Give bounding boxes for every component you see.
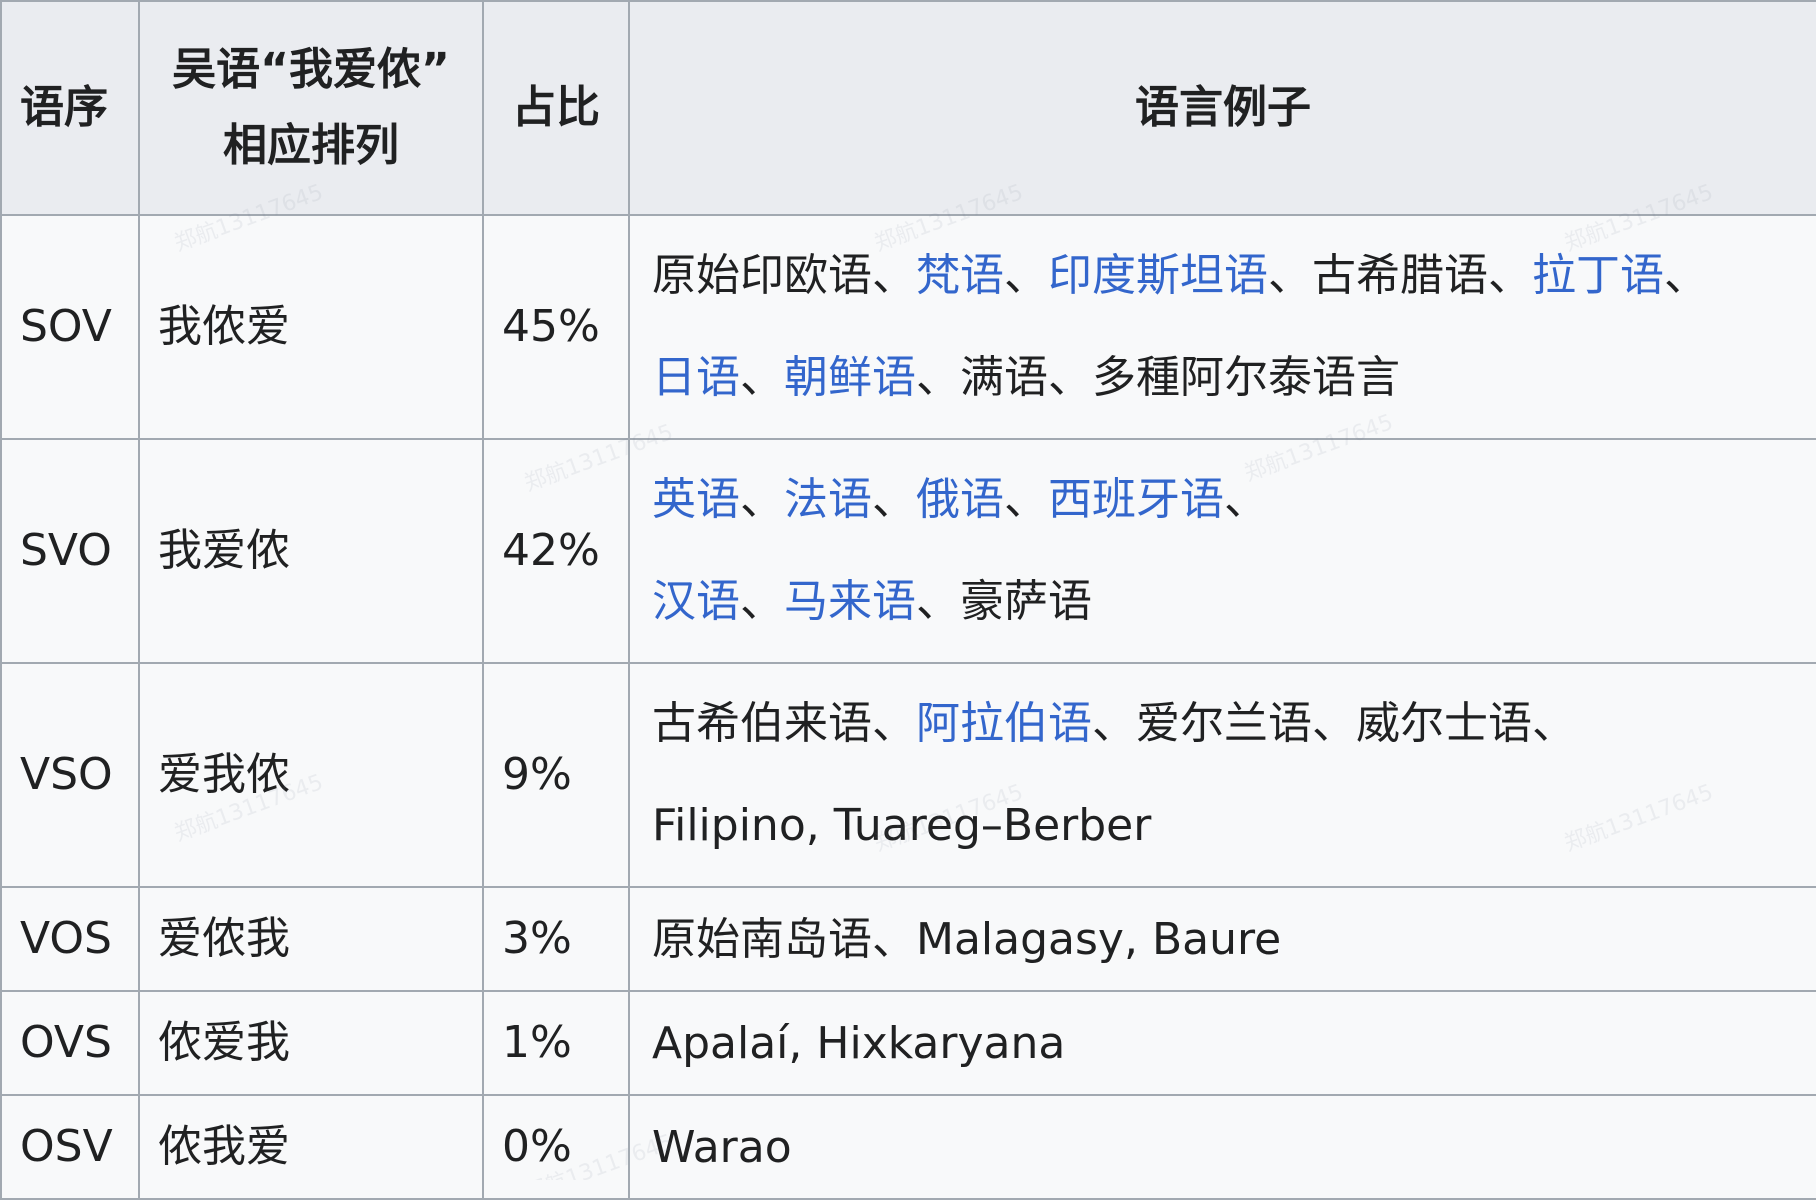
- header-row: 语序 吴语“我爱侬” 相应排列 占比 语言例子: [0, 0, 1816, 216]
- language-link[interactable]: 拉丁语: [1532, 250, 1664, 301]
- example-text: 、: [872, 474, 916, 525]
- language-link[interactable]: 梵语: [916, 250, 1004, 301]
- example-line: 原始南岛语、Malagasy, Baure: [652, 891, 1798, 988]
- language-link[interactable]: 汉语: [652, 576, 740, 627]
- table-body: SOV 我侬爱 45% 原始印欧语、梵语、印度斯坦语、古希腊语、拉丁语、 日语、朝鲜语、…: [0, 214, 1816, 1200]
- header-wu-line-1: 吴语“我爱侬”: [172, 44, 450, 95]
- language-link[interactable]: 马来语: [784, 576, 916, 627]
- example-text: Filipino, Tuareg–Berber: [652, 800, 1152, 851]
- example-line: Filipino, Tuareg–Berber: [652, 775, 1798, 877]
- cell-word-order: VOS: [0, 886, 140, 992]
- cell-share: 9%: [482, 662, 630, 888]
- example-text: 、豪萨语: [916, 576, 1092, 627]
- language-link[interactable]: 阿拉伯语: [916, 698, 1092, 749]
- example-text: 、: [740, 474, 784, 525]
- example-text: 、: [1004, 250, 1048, 301]
- example-text: 、: [1664, 250, 1708, 301]
- example-text: 、: [740, 352, 784, 403]
- table-row: OVS 侬爱我 1% Apalaí, Hixkaryana: [0, 990, 1816, 1096]
- example-line: 日语、朝鲜语、满语、多種阿尔泰语言: [652, 327, 1798, 429]
- table-row: SVO 我爱侬 42% 英语、法语、俄语、西班牙语、 汉语、马来语、豪萨语: [0, 438, 1816, 664]
- language-link[interactable]: 日语: [652, 352, 740, 403]
- header-wu-line-2: 相应排列: [223, 120, 399, 171]
- example-text: Apalaí, Hixkaryana: [652, 1017, 1066, 1069]
- example-line: 古希伯来语、阿拉伯语、爱尔兰语、威尔士语、: [652, 673, 1798, 775]
- example-text: 、: [1224, 474, 1268, 525]
- cell-language-examples: 英语、法语、俄语、西班牙语、 汉语、马来语、豪萨语: [628, 438, 1816, 664]
- table-row: VOS 爱侬我 3% 原始南岛语、Malagasy, Baure: [0, 886, 1816, 992]
- word-order-table: 语序 吴语“我爱侬” 相应排列 占比 语言例子 SOV 我侬爱 45% 原始印欧语、梵…: [0, 0, 1816, 1200]
- cell-share: 0%: [482, 1094, 630, 1200]
- example-text: 、古希腊语、: [1268, 250, 1532, 301]
- example-line: Warao: [652, 1099, 1798, 1196]
- language-link[interactable]: 法语: [784, 474, 872, 525]
- header-wu-arrangement: 吴语“我爱侬” 相应排列: [138, 0, 484, 216]
- table-row: SOV 我侬爱 45% 原始印欧语、梵语、印度斯坦语、古希腊语、拉丁语、 日语、朝鲜语、…: [0, 214, 1816, 440]
- table-row: VSO 爱我侬 9% 古希伯来语、阿拉伯语、爱尔兰语、威尔士语、 Filipino, T…: [0, 662, 1816, 888]
- cell-share: 3%: [482, 886, 630, 992]
- cell-wu-arrangement: 侬爱我: [138, 990, 484, 1096]
- cell-language-examples: Warao: [628, 1094, 1816, 1200]
- example-text: 、满语、多種阿尔泰语言: [916, 352, 1400, 403]
- cell-wu-arrangement: 爱侬我: [138, 886, 484, 992]
- example-text: 、: [872, 250, 916, 301]
- example-line: 英语、法语、俄语、西班牙语、: [652, 449, 1798, 551]
- language-link[interactable]: 朝鲜语: [784, 352, 916, 403]
- cell-word-order: VSO: [0, 662, 140, 888]
- header-language-examples: 语言例子: [628, 0, 1816, 216]
- cell-wu-arrangement: 侬我爱: [138, 1094, 484, 1200]
- example-text: 古希伯来语、: [652, 698, 916, 749]
- cell-word-order: SVO: [0, 438, 140, 664]
- cell-wu-arrangement: 我侬爱: [138, 214, 484, 440]
- header-share: 占比: [482, 0, 630, 216]
- example-text: 、爱尔兰语、威尔士语、: [1092, 698, 1576, 749]
- example-text: 原始南岛语、Malagasy, Baure: [652, 913, 1282, 965]
- language-link[interactable]: 俄语: [916, 474, 1004, 525]
- language-link[interactable]: 印度斯坦语: [1048, 250, 1268, 301]
- cell-language-examples: 原始印欧语、梵语、印度斯坦语、古希腊语、拉丁语、 日语、朝鲜语、满语、多種阿尔泰语…: [628, 214, 1816, 440]
- example-line: 汉语、马来语、豪萨语: [652, 551, 1798, 653]
- cell-share: 45%: [482, 214, 630, 440]
- cell-wu-arrangement: 爱我侬: [138, 662, 484, 888]
- example-text: 、: [740, 576, 784, 627]
- cell-language-examples: 古希伯来语、阿拉伯语、爱尔兰语、威尔士语、 Filipino, Tuareg–Be…: [628, 662, 1816, 888]
- cell-language-examples: 原始南岛语、Malagasy, Baure: [628, 886, 1816, 992]
- table-row: OSV 侬我爱 0% Warao: [0, 1094, 1816, 1200]
- cell-share: 1%: [482, 990, 630, 1096]
- example-text: 原始印欧语: [652, 250, 872, 301]
- example-line: 原始印欧语、梵语、印度斯坦语、古希腊语、拉丁语、: [652, 225, 1798, 327]
- cell-language-examples: Apalaí, Hixkaryana: [628, 990, 1816, 1096]
- language-link[interactable]: 英语: [652, 474, 740, 525]
- cell-word-order: SOV: [0, 214, 140, 440]
- header-word-order: 语序: [0, 0, 140, 216]
- example-text: 、: [1004, 474, 1048, 525]
- cell-word-order: OSV: [0, 1094, 140, 1200]
- cell-wu-arrangement: 我爱侬: [138, 438, 484, 664]
- example-text: Warao: [652, 1121, 792, 1173]
- example-line: Apalaí, Hixkaryana: [652, 995, 1798, 1092]
- cell-share: 42%: [482, 438, 630, 664]
- language-link[interactable]: 西班牙语: [1048, 474, 1224, 525]
- cell-word-order: OVS: [0, 990, 140, 1096]
